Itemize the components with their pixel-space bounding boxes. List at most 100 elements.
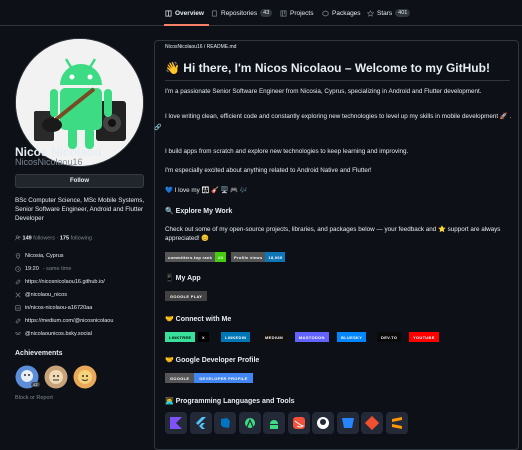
achievement-tier-badge: x2 (31, 382, 40, 387)
kotlin-icon[interactable] (165, 412, 187, 434)
project-icon (280, 10, 287, 16)
badge-label: MEDIUM (261, 332, 288, 342)
local-time: 19:20 (25, 266, 39, 272)
badge-value: 18,069 (265, 252, 286, 262)
repo-count-badge: 43 (260, 9, 273, 17)
social-badge-medium[interactable]: MEDIUM (261, 332, 288, 342)
committers-rank-badge[interactable]: committers.top rank #3 (165, 252, 227, 262)
achievement-yolo-badge[interactable] (73, 365, 97, 389)
android-icon[interactable] (263, 412, 285, 434)
my-app-heading: 📱 My App (165, 275, 201, 282)
tab-label: Stars (377, 9, 393, 17)
repo-icon (211, 10, 218, 16)
social-badge-x[interactable]: X (198, 332, 209, 342)
x-logo-icon (15, 292, 21, 298)
time-note: - same time (42, 266, 72, 272)
tab-label: Projects (290, 9, 314, 17)
tab-overview[interactable]: Overview (165, 6, 204, 20)
badge-label: X (198, 332, 209, 342)
swift-icon-glyph (292, 417, 305, 429)
people-icon (15, 235, 21, 241)
x-item[interactable]: @nicolaou_nicos (15, 290, 155, 300)
profile-views-badge[interactable]: Profile views 18,069 (231, 252, 286, 262)
badge-label: committers.top rank (165, 252, 216, 262)
skills-paragraph: I love writing clean, efficient code and… (165, 113, 512, 120)
github-icon-glyph (317, 417, 329, 429)
achievement-quickdraw-badge[interactable] (44, 365, 68, 389)
x-handle-link[interactable]: @nicolaou_nicos (25, 292, 67, 298)
social-badge-dev-to[interactable]: DEV.TO (377, 332, 402, 342)
google-dev-profile-heading: 🤝 Google Developer Profile (165, 357, 260, 364)
sublime-icon[interactable] (385, 412, 408, 434)
website-item[interactable]: https://nicosnicolaou16.github.io/ (15, 277, 155, 287)
follow-button[interactable]: Follow (15, 174, 144, 188)
intro-paragraph: I'm a passionate Senior Software Enginee… (165, 88, 482, 95)
social-badge-mastodon[interactable]: MASTODON (295, 332, 329, 342)
languages-heading: 👨‍💻 Programming Languages and Tools (165, 398, 295, 405)
profile-username: NicosNicolaou16 (15, 157, 83, 167)
github-icon[interactable] (312, 412, 334, 434)
tab-label: Overview (175, 9, 204, 17)
social-badge-linkedin[interactable]: LINKEDIN (221, 332, 251, 342)
bluesky-link[interactable]: @nicolaounicos.bsky.social (25, 331, 92, 337)
tab-repositories[interactable]: Repositories 43 (211, 6, 273, 20)
badge-label: GOOGLE (165, 373, 195, 383)
medium-item[interactable]: https://medium.com/@nicosnicolaou (15, 316, 155, 326)
social-badge-youtube[interactable]: YOUTUBE (409, 332, 439, 342)
linkedin-item[interactable]: in/nicos-nicolaou-a16720aa (15, 303, 155, 313)
active-tab-indicator (164, 24, 209, 26)
block-or-report-link[interactable]: Block or Report (15, 395, 53, 401)
following-label: following (70, 235, 92, 242)
tab-label: Repositories (221, 9, 258, 17)
android-studio-icon[interactable] (238, 412, 261, 434)
location-item: Nicosia, Cyprus (15, 251, 155, 261)
sublime-icon-glyph (391, 417, 402, 429)
followers-link[interactable]: 149 followers (23, 235, 55, 241)
badge-label: MASTODON (295, 332, 329, 342)
following-count: 175 (59, 235, 70, 242)
git-icon[interactable] (361, 412, 383, 434)
tab-stars[interactable]: Stars 401 (367, 6, 411, 20)
explore-heading: 🔍 Explore My Work (165, 208, 233, 215)
anchor-link-icon[interactable]: 🔗 (154, 124, 161, 131)
location-pin-icon (15, 253, 21, 259)
bluesky-item[interactable]: @nicolaounicos.bsky.social (15, 329, 155, 339)
stats-separator: · (56, 235, 59, 242)
build-paragraph: I build apps from scratch and explore ne… (165, 148, 409, 155)
swift-icon[interactable] (287, 412, 310, 434)
social-badge-bluesky[interactable]: BLUESKY (337, 332, 367, 342)
android-icon-glyph (270, 420, 278, 429)
profile-tabs: Overview Repositories 43 Projects Packag… (0, 0, 522, 26)
followers-label: followers (33, 235, 55, 242)
badge-label: LINKEDIN (221, 332, 251, 342)
readme-title: 👋 Hi there, I'm Nicos Nicolaou – Welcome… (165, 61, 490, 75)
dart-icon[interactable] (214, 412, 236, 434)
linkedin-link[interactable]: in/nicos-nicolaou-a16720aa (25, 305, 92, 311)
medium-link[interactable]: https://medium.com/@nicosnicolaou (25, 318, 113, 324)
following-link[interactable]: 175 following (60, 235, 92, 241)
kotlin-icon-glyph (170, 417, 182, 429)
badge-label: Profile views (231, 252, 266, 262)
badge-value: DEVELOPER PROFILE (194, 373, 253, 383)
bitbucket-icon-glyph (341, 418, 354, 428)
followers-count: 149 (22, 235, 32, 242)
local-time-item: 19:20 - same time (15, 264, 155, 274)
stars-count-badge: 401 (395, 9, 411, 17)
flutter-icon[interactable] (189, 412, 212, 434)
bitbucket-icon[interactable] (336, 412, 359, 434)
explore-paragraph: Check out some of my open-source project… (165, 226, 501, 242)
tab-projects[interactable]: Projects (280, 6, 313, 20)
title-divider (165, 80, 510, 81)
google-play-badge[interactable]: GOOGLE PLAY (165, 291, 208, 301)
link-icon (15, 318, 21, 324)
social-badge-linktree[interactable]: LINKTREE (165, 332, 196, 342)
tab-packages[interactable]: Packages (322, 6, 361, 20)
profile-bio: BSc Computer Science, MSc Mobile Systems… (15, 197, 145, 222)
git-icon-glyph (365, 416, 379, 430)
badge-label: BLUESKY (337, 332, 367, 342)
link-icon (15, 279, 21, 285)
readme-card (154, 40, 519, 450)
google-developer-profile-badge[interactable]: GOOGLE DEVELOPER PROFILE (165, 373, 253, 383)
website-link[interactable]: https://nicosnicolaou16.github.io/ (25, 279, 105, 285)
readme-path[interactable]: NicosNicolaou16 / README.md (165, 44, 236, 50)
